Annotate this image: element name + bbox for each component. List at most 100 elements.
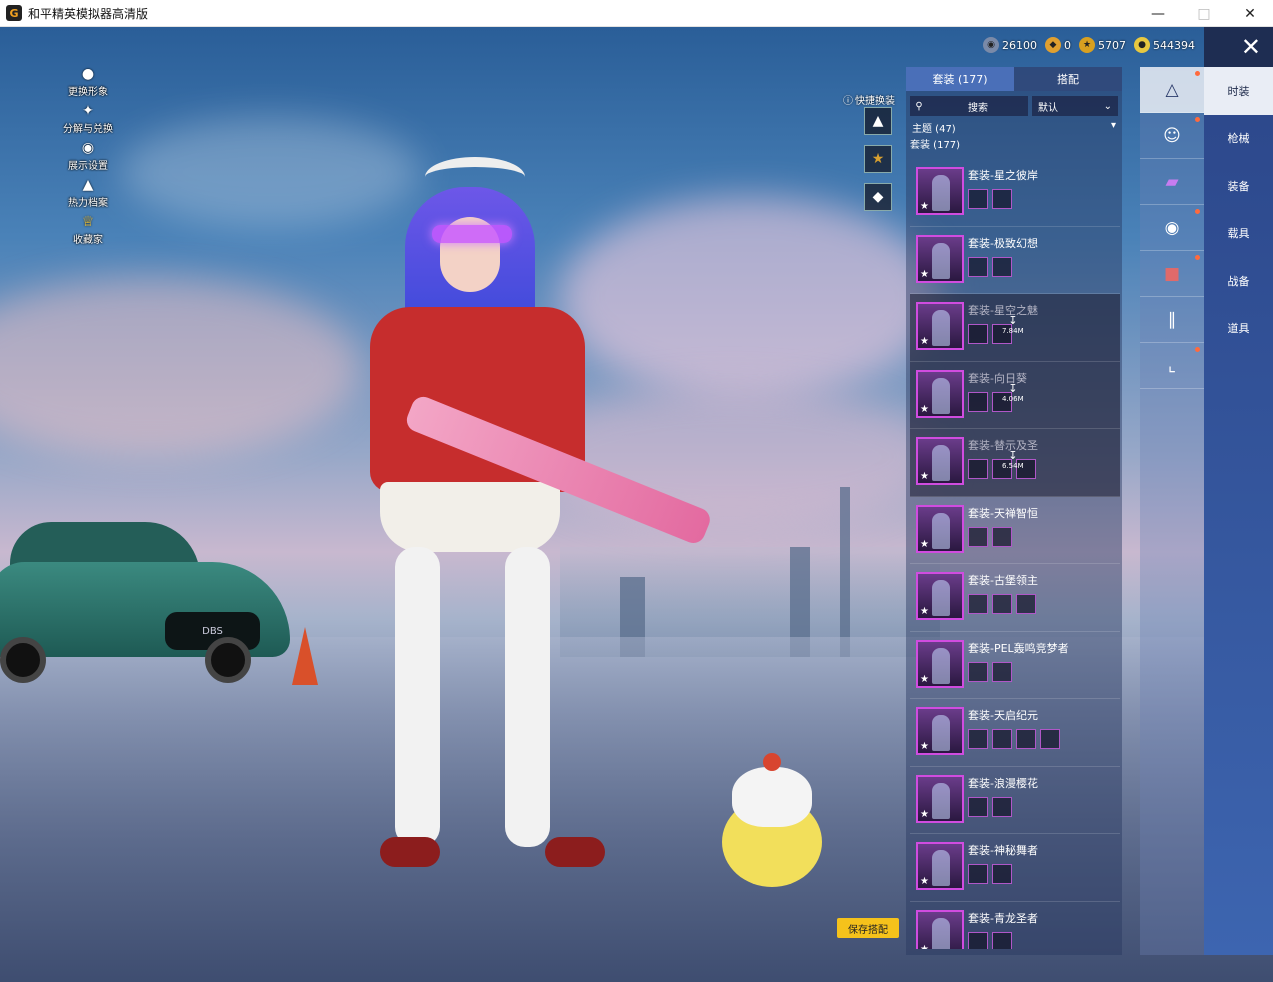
outfit-thumbnail: ★: [916, 774, 964, 823]
player-character[interactable]: [340, 157, 714, 887]
theme-filter[interactable]: 主题 (47) ▾: [906, 120, 1122, 136]
quick-slot-diamond[interactable]: ◆: [864, 183, 892, 211]
menu-change-avatar[interactable]: ● 更换形象: [55, 65, 121, 102]
character-leg: [505, 547, 550, 847]
quick-swap[interactable]: ⓘ 快捷换装: [843, 92, 895, 107]
sort-dropdown[interactable]: 默认 ⌄: [1032, 96, 1118, 116]
outfit-item[interactable]: ★ 套装-神秘舞者: [910, 834, 1120, 902]
part-thumb: [968, 324, 988, 344]
face-mask-icon: ◉: [1164, 217, 1180, 238]
nav-equipment[interactable]: 装备: [1204, 162, 1273, 210]
category-face[interactable]: ◉: [1140, 205, 1204, 251]
part-thumb: [968, 526, 988, 547]
outfit-thumbnail: ★: [916, 909, 964, 949]
star-icon: ★: [920, 336, 929, 347]
outfit-item[interactable]: ★ 套装-浪漫樱花: [910, 767, 1120, 834]
outfit-parts: [968, 594, 1036, 614]
close-icon[interactable]: ✕: [1227, 0, 1273, 27]
notification-dot: [1195, 71, 1200, 76]
notification-dot: [1195, 255, 1200, 260]
download-button[interactable]: ↧ 7.84M: [1002, 314, 1024, 335]
menu-heat-archive[interactable]: ▲ 热力档案: [55, 176, 121, 213]
part-thumb: [992, 256, 1012, 277]
menu-label: 展示设置: [68, 161, 108, 172]
outfit-item[interactable]: ★ 套装-星之彼岸: [910, 159, 1120, 227]
outfit-parts: [968, 864, 1012, 884]
outfit-name: 套装-极致幻想: [968, 236, 1038, 250]
part-thumb: [1040, 729, 1060, 749]
part-thumb: [968, 594, 988, 614]
currency-value: 0: [1064, 38, 1071, 52]
category-top[interactable]: ■: [1140, 251, 1204, 297]
currency-item[interactable]: ★ 5707: [1079, 37, 1126, 53]
currency-item[interactable]: ◉ 26100: [983, 37, 1037, 53]
badge-icon: ★: [871, 151, 885, 167]
outfit-item[interactable]: ★ 套装-天禅智恒: [910, 497, 1120, 564]
download-size: 7.84M: [1002, 327, 1024, 335]
outfit-item[interactable]: ★ 套装-向日葵 ↧ 4.06M: [910, 361, 1120, 429]
outfit-list: ★ 套装-星之彼岸 ★ 套装-极致幻想 ★ 套装-星空之魅 ↧ 7.84M ★ 套…: [910, 159, 1120, 949]
download-button[interactable]: ↧ 6.54M: [1002, 449, 1024, 470]
currency-item[interactable]: ● 544394: [1134, 37, 1195, 53]
save-outfit-button[interactable]: 保存搭配: [837, 918, 899, 938]
outfit-item[interactable]: ★ 套装-PEL轰鸣竞梦者: [910, 632, 1120, 699]
search-placeholder: 搜索: [968, 102, 988, 114]
currency-item[interactable]: ◆ 0: [1045, 37, 1071, 53]
minimize-icon[interactable]: —: [1135, 0, 1181, 27]
set-count: 套装 (177): [910, 140, 961, 151]
nav-fashion[interactable]: 时装: [1204, 67, 1273, 115]
menu-label: 分解与兑换: [63, 124, 113, 135]
tab-sets[interactable]: 套装 (177): [906, 67, 1014, 91]
outfit-thumbnail: ★: [916, 369, 964, 418]
menu-display-settings[interactable]: ◉ 展示设置: [55, 139, 121, 176]
nav-battle-prep[interactable]: 战备: [1204, 257, 1273, 305]
part-thumb: [968, 256, 988, 277]
star-icon: ★: [920, 606, 929, 617]
nav-items[interactable]: 道具: [1204, 305, 1273, 353]
puzzle-icon: ✦: [82, 103, 94, 119]
category-cloth[interactable]: ▰: [1140, 159, 1204, 205]
search-input[interactable]: ⚲ 搜索: [910, 96, 1028, 116]
category-character[interactable]: ☺: [1140, 113, 1204, 159]
figure: [932, 242, 950, 279]
category-outfit[interactable]: △: [1140, 67, 1204, 113]
currency-value: 26100: [1002, 38, 1037, 52]
outfit-tabs: 套装 (177) 搭配: [906, 67, 1122, 91]
shoes-icon: ⌞: [1168, 355, 1176, 376]
menu-decompose-exchange[interactable]: ✦ 分解与兑换: [55, 102, 121, 139]
figure: [932, 445, 950, 481]
quick-slot-badge[interactable]: ★: [864, 145, 892, 173]
chick-pet[interactable]: [722, 753, 822, 887]
star-icon: ★: [920, 471, 929, 482]
caret-down-icon: ▾: [1110, 120, 1116, 131]
outfit-item[interactable]: ★ 套装-古堡领主: [910, 564, 1120, 632]
quick-slot-shirt[interactable]: ▲: [864, 107, 892, 135]
figure: [932, 715, 950, 751]
part-thumb: [992, 189, 1012, 209]
shirt-icon: ▲: [872, 113, 884, 129]
eye-icon: ◉: [81, 140, 95, 156]
outfit-item[interactable]: ★ 套装-极致幻想: [910, 227, 1120, 294]
outfit-item[interactable]: ★ 套装-青龙圣者: [910, 902, 1120, 949]
category-shoes[interactable]: ⌞: [1140, 343, 1204, 389]
gold-coin-icon: ★: [1079, 37, 1095, 53]
maximize-icon[interactable]: □: [1181, 0, 1227, 27]
outfit-name: 套装-浪漫樱花: [968, 776, 1038, 790]
notification-dot: [1195, 117, 1200, 122]
nav-firearms[interactable]: 枪械: [1204, 115, 1273, 163]
outfit-item[interactable]: ★ 套装-天启纪元: [910, 699, 1120, 767]
menu-collector[interactable]: ♕ 收藏家: [55, 213, 121, 250]
close-wardrobe-icon[interactable]: ✕: [1204, 27, 1273, 67]
outfit-item[interactable]: ★ 套装-星空之魅 ↧ 7.84M: [910, 294, 1120, 362]
category-pants[interactable]: ∥: [1140, 297, 1204, 343]
outfit-item[interactable]: ★ 套装-替示及圣 ↧ 6.54M: [910, 429, 1120, 497]
part-thumb: [1016, 729, 1036, 749]
nav-vehicles[interactable]: 载具: [1204, 210, 1273, 258]
tab-combos[interactable]: 搭配: [1014, 67, 1122, 91]
outfit-parts: [968, 661, 1012, 682]
download-button[interactable]: ↧ 4.06M: [1002, 382, 1024, 403]
part-thumb: [992, 594, 1012, 614]
outfit-thumbnail: ★: [916, 504, 964, 553]
download-icon: ↧: [1008, 449, 1018, 462]
part-thumb: [968, 459, 988, 479]
